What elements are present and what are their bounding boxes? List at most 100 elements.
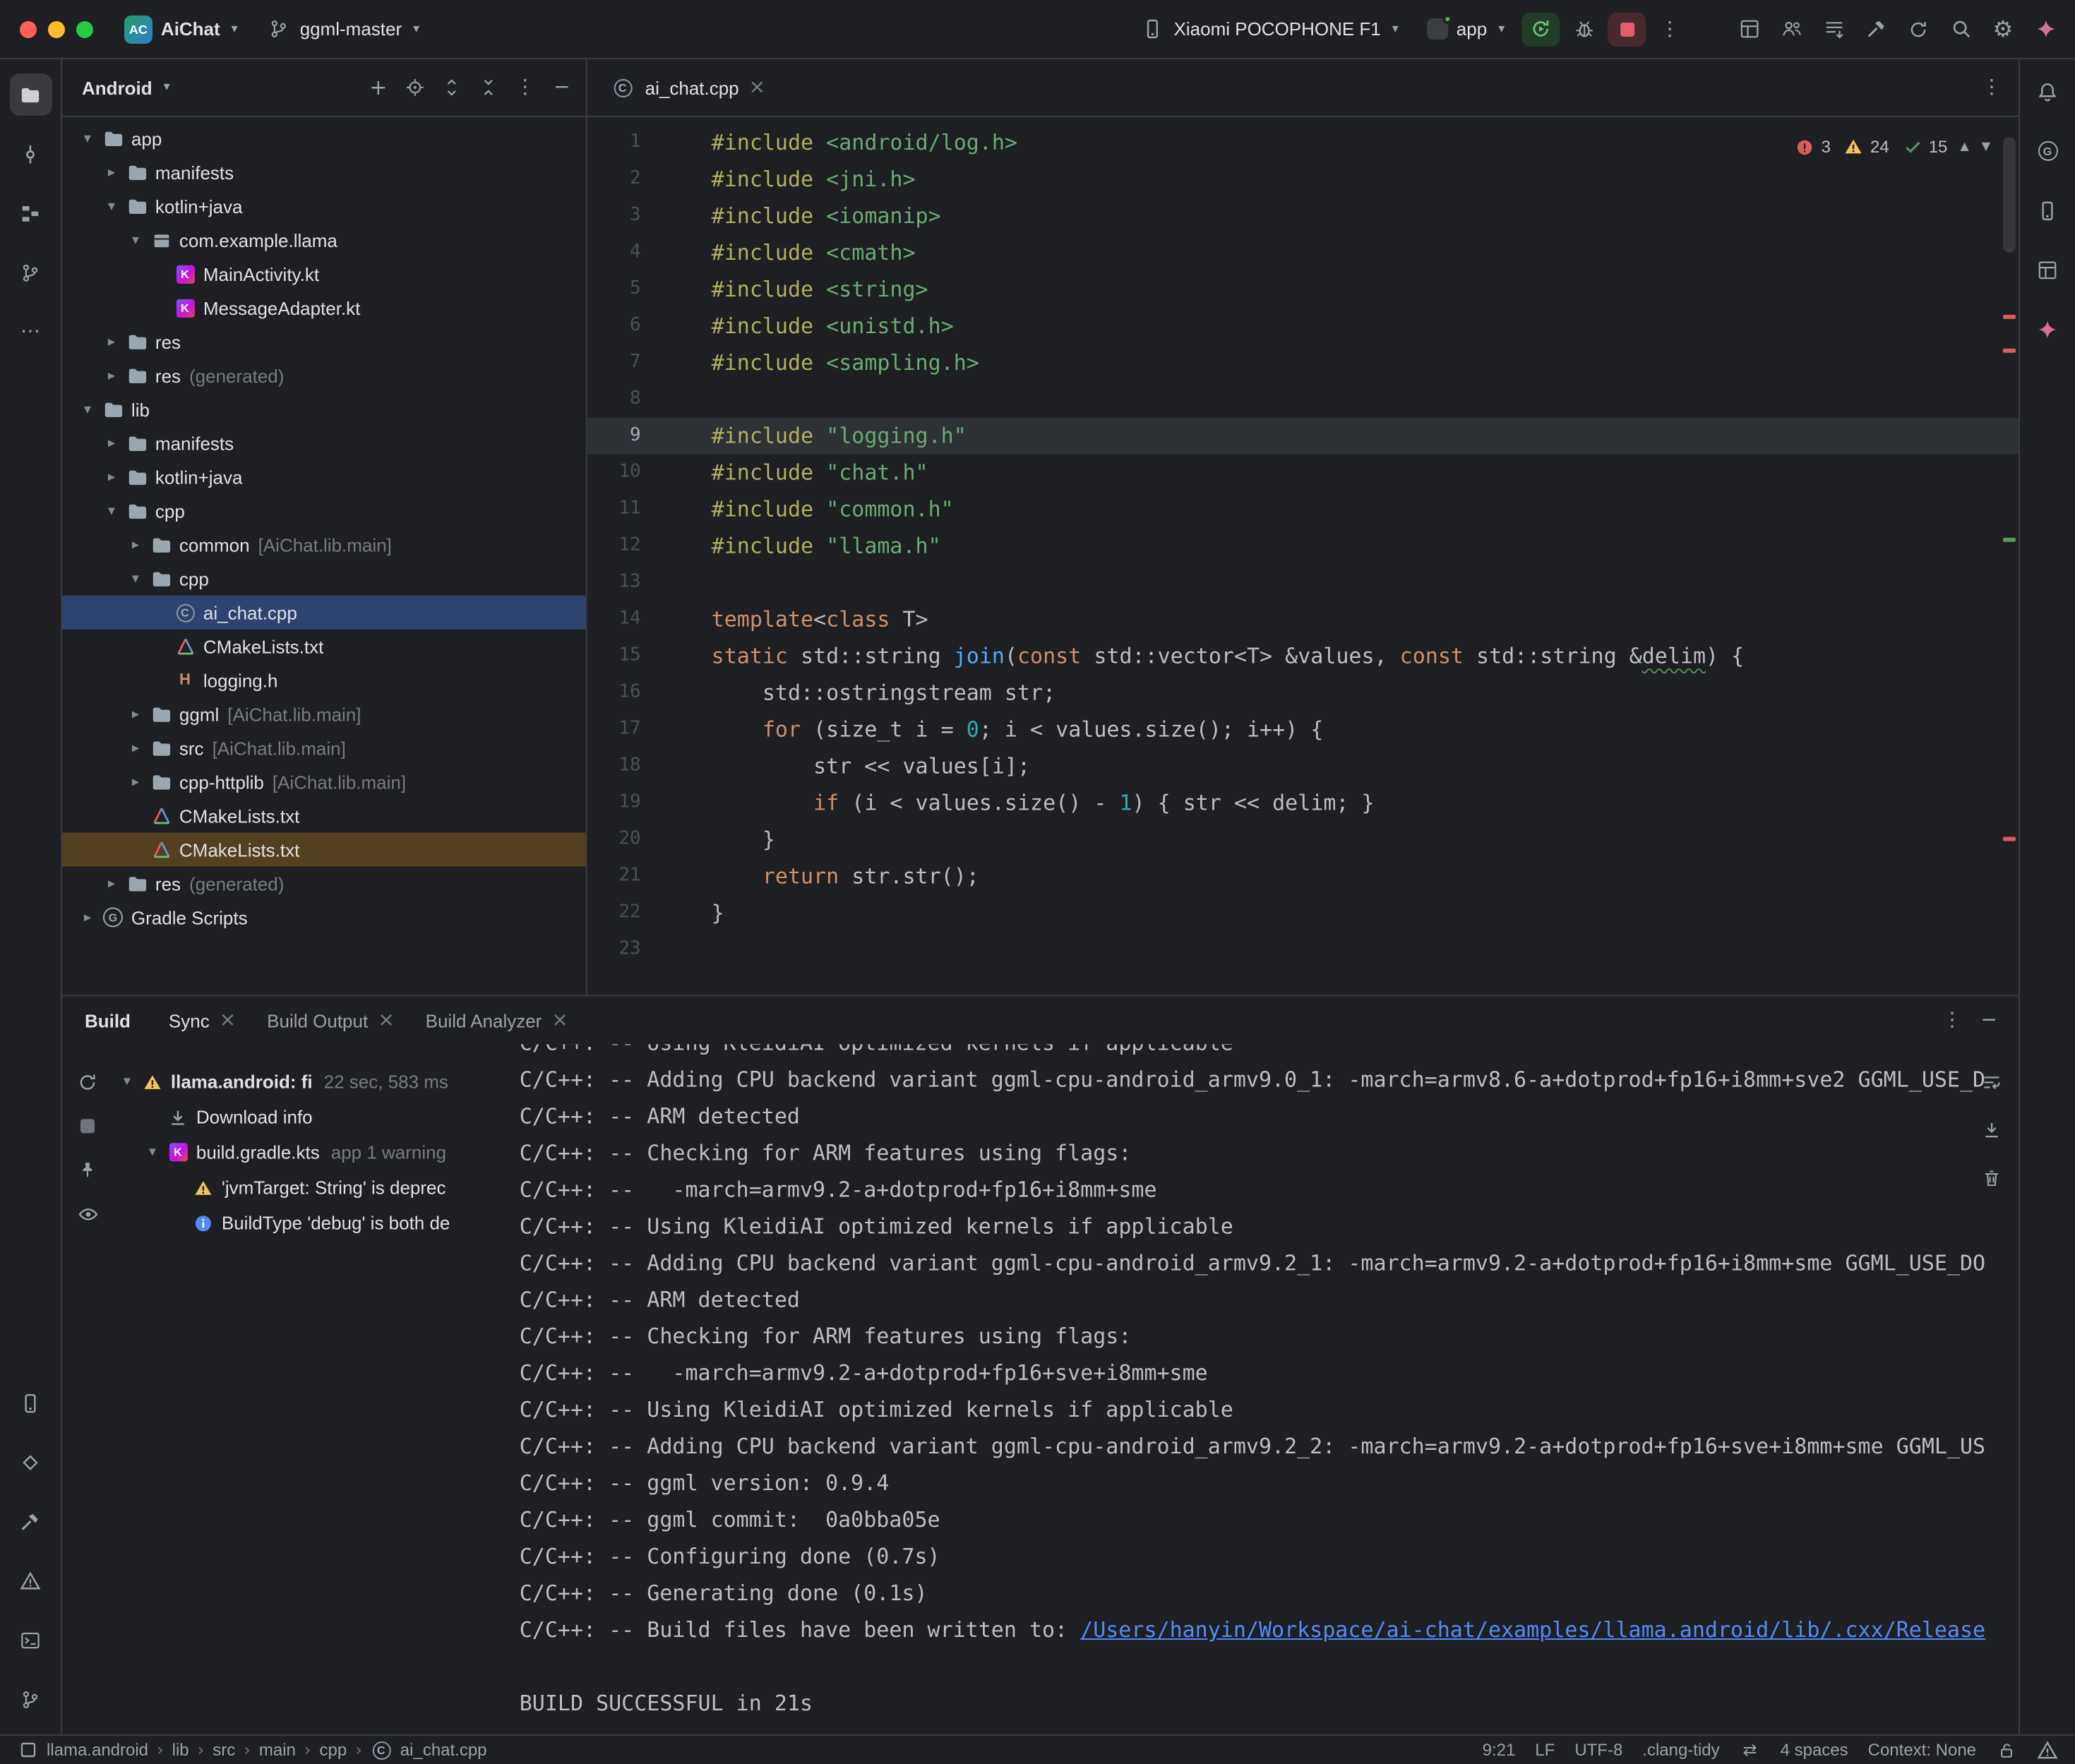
- editor-tab-ai-chat-cpp[interactable]: C ai_chat.cpp ×: [587, 59, 779, 116]
- code-line[interactable]: 19 if (i < values.size() - 1) { str << d…: [587, 785, 2019, 822]
- tree-item-ggml[interactable]: ▸ggml[AiChat.lib.main]: [62, 697, 586, 731]
- zoom-window-button[interactable]: [76, 20, 93, 37]
- tool-commit-button[interactable]: [9, 133, 52, 175]
- line-number[interactable]: 5: [587, 271, 641, 308]
- tree-item-res[interactable]: ▸res(generated): [62, 867, 586, 901]
- code-line[interactable]: 5#include <string>: [587, 271, 2019, 308]
- code-line[interactable]: 13: [587, 565, 2019, 601]
- line-number[interactable]: 6: [587, 308, 641, 344]
- line-number[interactable]: 2: [587, 161, 641, 198]
- inspections-widget[interactable]: 3 24 15 ▲ ▼: [1789, 126, 1996, 168]
- indent-setting[interactable]: 4 spaces: [1781, 1740, 1848, 1760]
- line-number[interactable]: 9: [587, 418, 641, 455]
- tree-item-lib[interactable]: ▾lib: [62, 392, 586, 426]
- build-options-button[interactable]: ⋮: [1934, 1002, 1971, 1038]
- collapse-all-button[interactable]: [470, 69, 507, 106]
- code-line[interactable]: 11#include "common.h": [587, 491, 2019, 528]
- chevron-right-icon[interactable]: ▸: [76, 909, 99, 925]
- locate-file-button[interactable]: [397, 69, 433, 106]
- tool-running-devices-button[interactable]: [9, 1381, 52, 1424]
- tool-terminal-button[interactable]: [9, 1619, 52, 1661]
- chevron-right-icon[interactable]: ▸: [100, 164, 123, 180]
- line-number[interactable]: 17: [587, 712, 641, 748]
- tree-item-ai-chat-cpp[interactable]: Cai_chat.cpp: [62, 596, 586, 630]
- line-number[interactable]: 13: [587, 565, 641, 601]
- line-number[interactable]: 16: [587, 675, 641, 712]
- breadcrumb-src[interactable]: src: [213, 1740, 235, 1760]
- chevron-right-icon[interactable]: ▸: [124, 707, 147, 722]
- line-number[interactable]: 3: [587, 198, 641, 234]
- rerun-sync-button[interactable]: [69, 1064, 106, 1100]
- file-encoding[interactable]: UTF-8: [1574, 1740, 1622, 1760]
- build-tree-item-download-info[interactable]: Download info: [113, 1099, 506, 1134]
- prev-problem-button[interactable]: ▲: [1960, 128, 1968, 165]
- file-path-link[interactable]: /Users/hanyin/Workspace/ai-chat/examples…: [1080, 1617, 1985, 1643]
- search-everywhere-button[interactable]: [1942, 11, 1979, 47]
- show-output-button[interactable]: [69, 1195, 106, 1232]
- tool-structure-button[interactable]: [9, 192, 52, 234]
- build-tab-build-analyzer[interactable]: Build Analyzer×: [410, 996, 584, 1044]
- code-line[interactable]: 14template<class T>: [587, 601, 2019, 638]
- code-line[interactable]: 6#include <unistd.h>: [587, 308, 2019, 344]
- tool-device-manager-button[interactable]: [2026, 189, 2069, 232]
- tool-version-control-button[interactable]: [9, 1678, 52, 1720]
- chevron-down-icon[interactable]: ▾: [141, 1144, 164, 1160]
- tree-item-com-example-llama[interactable]: ▾com.example.llama: [62, 223, 586, 257]
- more-run-options-button[interactable]: ⋮: [1651, 11, 1688, 47]
- build-tree-item-buildtype-debug-is-both-de[interactable]: BuildType 'debug' is both de: [113, 1205, 506, 1240]
- new-file-button[interactable]: +: [360, 69, 397, 106]
- editor-options-button[interactable]: ⋮: [1973, 69, 2010, 106]
- tree-item-cmakelists-txt[interactable]: CMakeLists.txt: [62, 799, 586, 833]
- code-line[interactable]: 12#include "llama.h": [587, 528, 2019, 565]
- line-number[interactable]: 15: [587, 638, 641, 675]
- scroll-to-end-button[interactable]: [1973, 1112, 2010, 1148]
- error-stripe-mark[interactable]: [2003, 349, 2016, 353]
- tree-item-common[interactable]: ▸common[AiChat.lib.main]: [62, 528, 586, 562]
- change-stripe-mark[interactable]: [2003, 538, 2016, 542]
- breadcrumb-llama-android[interactable]: llama.android: [47, 1740, 148, 1760]
- device-mirroring-button[interactable]: [1730, 11, 1767, 47]
- run-button[interactable]: [1521, 12, 1560, 46]
- logcat-button[interactable]: [1815, 11, 1852, 47]
- code-line[interactable]: 3#include <iomanip>: [587, 198, 2019, 234]
- code-line[interactable]: 21 return str.str();: [587, 858, 2019, 895]
- code-line[interactable]: 4#include <cmath>: [587, 234, 2019, 271]
- build-tree-item-llama-android-fi[interactable]: ▾llama.android: fi22 sec, 583 ms: [113, 1064, 506, 1099]
- tree-item-gradle-scripts[interactable]: ▸GGradle Scripts: [62, 900, 586, 934]
- line-separator[interactable]: LF: [1535, 1740, 1555, 1760]
- editor-scrollbar[interactable]: [2003, 137, 2016, 253]
- tool-app-quality-insights-button[interactable]: [9, 1441, 52, 1483]
- soft-wrap-button[interactable]: [1973, 1064, 2010, 1100]
- chevron-down-icon[interactable]: ▾: [76, 131, 99, 146]
- breadcrumb-ai-chat-cpp[interactable]: ai_chat.cpp: [400, 1740, 487, 1760]
- line-number[interactable]: 23: [587, 931, 641, 968]
- ide-errors-icon[interactable]: [2037, 1739, 2058, 1760]
- tree-item-cpp-httplib[interactable]: ▸cpp-httplib[AiChat.lib.main]: [62, 765, 586, 799]
- column-mode-icon[interactable]: ⇄: [1740, 1739, 1761, 1760]
- code-line[interactable]: 7#include <sampling.h>: [587, 344, 2019, 381]
- stop-button[interactable]: [1608, 12, 1646, 46]
- build-tab-sync[interactable]: Sync×: [153, 996, 251, 1044]
- code-line[interactable]: 10#include "chat.h": [587, 455, 2019, 491]
- chevron-down-icon[interactable]: ▾: [116, 1074, 138, 1089]
- tree-item-manifests[interactable]: ▸manifests: [62, 155, 586, 189]
- tree-item-res[interactable]: ▸res: [62, 325, 586, 359]
- code-area[interactable]: 1#include <android/log.h>2#include <jni.…: [587, 117, 2019, 995]
- code-line[interactable]: 15static std::string join(const std::vec…: [587, 638, 2019, 675]
- tool-problems-button[interactable]: [9, 1559, 52, 1602]
- settings-button[interactable]: ⚙: [1985, 11, 2021, 47]
- code-editor[interactable]: 1#include <android/log.h>2#include <jni.…: [587, 117, 2019, 995]
- line-number[interactable]: 14: [587, 601, 641, 638]
- caret-position[interactable]: 9:21: [1483, 1740, 1516, 1760]
- line-number[interactable]: 20: [587, 822, 641, 858]
- chevron-down-icon[interactable]: ▾: [76, 402, 99, 417]
- code-line[interactable]: 8: [587, 381, 2019, 418]
- breadcrumb-lib[interactable]: lib: [172, 1740, 189, 1760]
- line-number[interactable]: 7: [587, 344, 641, 381]
- tree-item-kotlin-java[interactable]: ▾kotlin+java: [62, 189, 586, 223]
- breadcrumb-main[interactable]: main: [259, 1740, 296, 1760]
- tree-item-src[interactable]: ▸src[AiChat.lib.main]: [62, 731, 586, 765]
- tree-item-res[interactable]: ▸res(generated): [62, 359, 586, 392]
- code-line[interactable]: 18 str << values[i];: [587, 748, 2019, 785]
- error-stripe-mark[interactable]: [2003, 315, 2016, 319]
